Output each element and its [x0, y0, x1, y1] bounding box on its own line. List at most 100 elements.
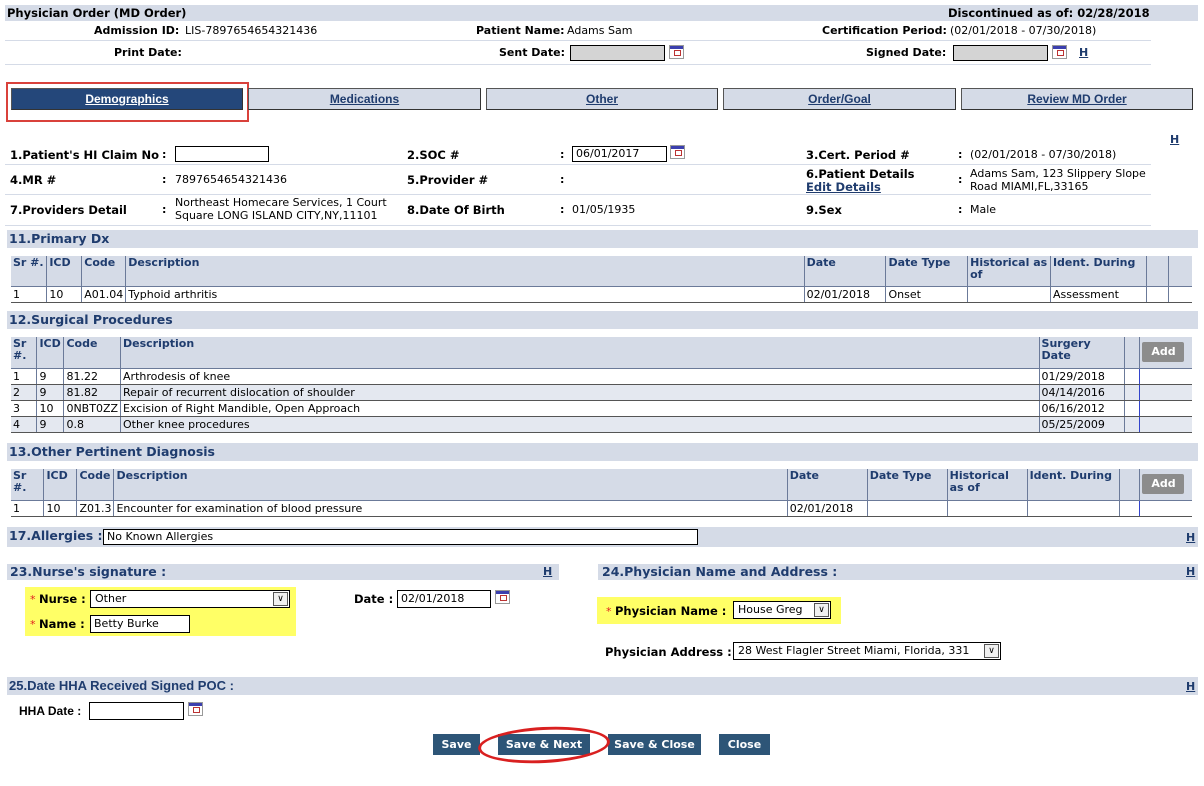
save-close-button[interactable]: Save & Close: [608, 734, 701, 755]
primary-dx-table: Sr #. ICD Code Description Date Date Typ…: [11, 256, 1192, 303]
tab-demographics[interactable]: Demographics: [11, 88, 243, 110]
divider: [5, 164, 1151, 165]
tab-other[interactable]: Other: [486, 88, 718, 110]
soc-input[interactable]: 06/01/2017: [572, 146, 667, 162]
cell: 10: [43, 500, 78, 517]
physician-address-label: Physician Address :: [605, 645, 732, 659]
nurse-name-input[interactable]: Betty Burke: [90, 615, 190, 633]
divider: [5, 225, 1151, 226]
cell: 02/01/2018: [787, 500, 868, 517]
discontinued-status: Discontinued as of: 02/28/2018: [948, 6, 1150, 20]
calendar-icon[interactable]: [188, 702, 203, 716]
help-link[interactable]: H: [1079, 46, 1088, 59]
cell: Other knee procedures: [120, 416, 1040, 433]
print-date-label: Print Date:: [114, 46, 182, 59]
sex-value: Male: [970, 203, 997, 216]
physician-name-select[interactable]: House Greg ∨: [733, 601, 831, 619]
cell: 0NBT0ZZ: [63, 400, 122, 417]
help-link[interactable]: H: [1170, 133, 1179, 146]
table-row[interactable]: 1 10 A01.04 Typhoid arthritis 02/01/2018…: [11, 286, 1192, 303]
table-row[interactable]: 2 9 81.82 Repair of recurrent dislocatio…: [11, 384, 1192, 401]
cell: [1139, 400, 1192, 417]
cell: Onset: [885, 286, 969, 303]
save-button[interactable]: Save: [433, 734, 480, 755]
physician-address-select[interactable]: 28 West Flagler Street Miami, Florida, 3…: [733, 642, 1001, 660]
signed-date-input[interactable]: [953, 45, 1048, 61]
colon: :: [560, 173, 565, 186]
dob-label: 8.Date Of Birth: [407, 203, 505, 217]
providers-detail-value: Northeast Homecare Services, 1 Court Squ…: [175, 196, 387, 222]
physician-name-value: House Greg: [738, 603, 803, 616]
cell: Z01.3: [76, 500, 115, 517]
name-label-group: * Name :: [30, 617, 85, 631]
cell: 01/29/2018: [1039, 368, 1126, 385]
column-header: Date Type: [885, 256, 969, 287]
close-button[interactable]: Close: [719, 734, 770, 755]
colon: :: [958, 148, 963, 161]
column-header: Code: [81, 256, 127, 287]
help-link[interactable]: H: [1186, 680, 1195, 693]
calendar-icon[interactable]: [670, 145, 685, 159]
cell: [1119, 500, 1141, 517]
sent-date-input[interactable]: [570, 45, 665, 61]
help-link[interactable]: H: [1186, 565, 1195, 578]
cell: Assessment: [1050, 286, 1147, 303]
patient-details-line: Road MIAMI,FL,33165: [970, 180, 1089, 193]
providers-detail-line: Square LONG ISLAND CITY,NY,11101: [175, 209, 378, 222]
hha-date-input[interactable]: [89, 702, 184, 720]
table-row[interactable]: 1 10 Z01.3 Encounter for examination of …: [11, 500, 1192, 517]
add-button[interactable]: Add: [1142, 342, 1185, 362]
tab-medications[interactable]: Medications: [248, 88, 481, 110]
cert-period-value: (02/01/2018 - 07/30/2018): [950, 24, 1097, 37]
tab-review-md-order[interactable]: Review MD Order: [961, 88, 1193, 110]
cell: 9: [36, 416, 65, 433]
table-row[interactable]: 3 10 0NBT0ZZ Excision of Right Mandible,…: [11, 400, 1192, 417]
table-row[interactable]: 1 9 81.22 Arthrodesis of knee 01/29/2018: [11, 368, 1192, 385]
nurse-select-value: Other: [95, 592, 127, 605]
section-hha: 25.Date HHA Received Signed POC :: [7, 677, 1198, 695]
calendar-icon[interactable]: [495, 590, 510, 604]
sent-date-label: Sent Date:: [499, 46, 565, 59]
help-link[interactable]: H: [543, 565, 552, 578]
cell: 0.8: [63, 416, 122, 433]
claim-label: 1.Patient's HI Claim No: [10, 148, 160, 162]
claim-input[interactable]: [175, 146, 269, 162]
column-header: Ident. During: [1027, 469, 1121, 501]
table-row[interactable]: 4 9 0.8 Other knee procedures 05/25/2009: [11, 416, 1192, 433]
name-label: Name :: [39, 617, 85, 631]
calendar-icon[interactable]: [669, 45, 684, 59]
cell: [1124, 416, 1141, 433]
edit-details-link[interactable]: Edit Details: [806, 180, 881, 194]
cell: [1139, 368, 1192, 385]
signed-date-label: Signed Date:: [866, 46, 947, 59]
physician-address-value: 28 West Flagler Street Miami, Florida, 3…: [738, 644, 970, 657]
column-header: Ident. During: [1050, 256, 1147, 287]
allergies-input[interactable]: No Known Allergies: [103, 529, 698, 545]
help-link[interactable]: H: [1186, 531, 1195, 544]
section-nurse-signature: 23.Nurse's signature :: [10, 564, 167, 579]
column-header: ICD: [46, 256, 83, 287]
chevron-down-icon[interactable]: ∨: [984, 644, 999, 658]
column-header: ICD: [43, 469, 78, 501]
cell: 02/01/2018: [804, 286, 887, 303]
dob-value: 01/05/1935: [572, 203, 636, 216]
cell: [947, 500, 1028, 517]
tab-order-goal[interactable]: Order/Goal: [723, 88, 956, 110]
nurse-date-input[interactable]: 02/01/2018: [397, 590, 491, 608]
section-other-diagnosis: 13.Other Pertinent Diagnosis: [7, 443, 1198, 461]
cell: 9: [36, 368, 65, 385]
chevron-down-icon[interactable]: ∨: [273, 592, 288, 606]
column-header: Sr #.: [11, 469, 45, 501]
nurse-select[interactable]: Other ∨: [90, 590, 290, 608]
section-physician: 24.Physician Name and Address :: [602, 564, 838, 579]
physician-name-label: Physician Name :: [615, 604, 727, 618]
admission-id-label: Admission ID:: [94, 24, 180, 37]
hha-date-label: HHA Date :: [19, 704, 82, 718]
calendar-icon[interactable]: [1052, 45, 1067, 59]
cell: 1: [11, 368, 38, 385]
add-button[interactable]: Add: [1142, 474, 1185, 494]
chevron-down-icon[interactable]: ∨: [814, 603, 829, 617]
required-marker: *: [30, 593, 36, 606]
column-header: Code: [63, 337, 122, 369]
column-header: Sr #.: [11, 256, 48, 287]
